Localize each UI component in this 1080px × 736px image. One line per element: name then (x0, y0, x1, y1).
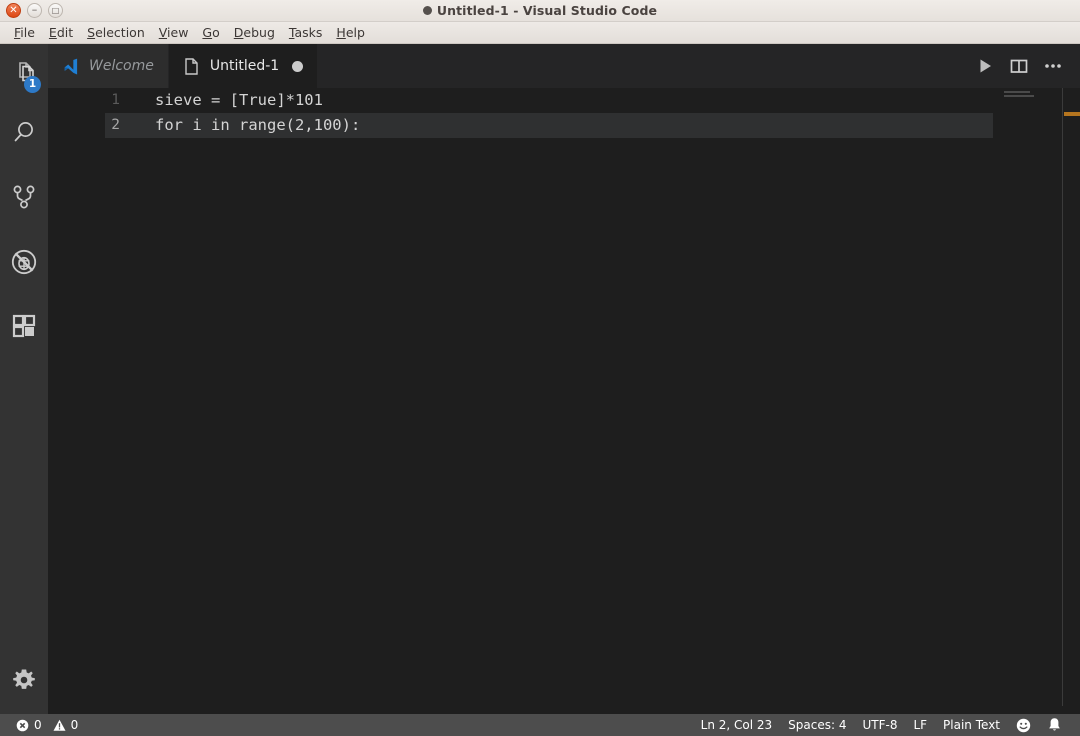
tab-bar: Welcome Untitled-1 (48, 44, 1080, 88)
sidebar-item-explorer[interactable]: 1 (0, 44, 48, 102)
activity-bar: 1 (0, 44, 48, 714)
error-icon (16, 719, 29, 732)
search-icon (10, 119, 38, 147)
explorer-badge: 1 (24, 76, 41, 93)
tab-welcome-label: Welcome (89, 59, 154, 73)
source-control-icon (10, 183, 38, 211)
file-icon (183, 57, 201, 75)
code-content[interactable]: 1 sieve = [True]*101 2 for i in range(2,… (48, 88, 1080, 706)
status-bar: 0 0 Ln 2, Col 23 Spaces: 4 UTF-8 LF Plai… (0, 714, 1080, 736)
extensions-icon (10, 312, 38, 340)
split-editor-icon (1009, 56, 1029, 76)
title-bar: ✕ – □ Untitled-1 - Visual Studio Code (0, 0, 1080, 22)
run-code-button[interactable] (970, 51, 1000, 81)
vscode-window: ✕ – □ Untitled-1 - Visual Studio Code Fi… (0, 0, 1080, 736)
minimap-line (1004, 91, 1030, 93)
unsaved-indicator-icon (423, 6, 432, 15)
editor-actions (970, 44, 1080, 88)
menu-debug[interactable]: Debug (227, 24, 282, 41)
error-count: 0 (34, 719, 42, 731)
line-text: sieve = [True]*101 (155, 88, 323, 113)
menu-go[interactable]: Go (195, 24, 226, 41)
debug-icon (9, 247, 39, 277)
tab-untitled-1-label: Untitled-1 (210, 59, 279, 73)
tab-untitled-1[interactable]: Untitled-1 (169, 44, 318, 88)
status-bar-left: 0 0 (0, 714, 86, 736)
menu-view[interactable]: View (152, 24, 196, 41)
vscode-logo-icon (62, 57, 80, 75)
tab-dirty-indicator-icon[interactable] (292, 61, 303, 72)
play-icon (975, 56, 995, 76)
menu-selection[interactable]: Selection (80, 24, 152, 41)
smiley-icon (1016, 718, 1031, 733)
status-feedback-button[interactable] (1008, 714, 1039, 736)
warning-count: 0 (71, 719, 79, 731)
code-line[interactable]: 1 sieve = [True]*101 (48, 88, 1080, 113)
status-editor-encoding[interactable]: UTF-8 (854, 714, 905, 736)
gear-icon (11, 667, 37, 693)
status-notifications-button[interactable] (1039, 714, 1070, 736)
window-title: Untitled-1 - Visual Studio Code (0, 3, 1080, 18)
status-problems[interactable]: 0 0 (8, 714, 86, 736)
status-editor-eol[interactable]: LF (905, 714, 935, 736)
minimap-line (1004, 95, 1034, 97)
overview-ruler[interactable] (1062, 88, 1080, 706)
status-editor-position[interactable]: Ln 2, Col 23 (693, 714, 781, 736)
overview-ruler-marker (1064, 112, 1080, 116)
menu-tasks[interactable]: Tasks (282, 24, 330, 41)
status-editor-language[interactable]: Plain Text (935, 714, 1008, 736)
code-line[interactable]: 2 for i in range(2,100): (48, 113, 1080, 138)
menu-edit[interactable]: Edit (42, 24, 80, 41)
menu-file[interactable]: File (7, 24, 42, 41)
minimap[interactable] (1000, 88, 1062, 706)
tab-welcome[interactable]: Welcome (48, 44, 169, 88)
menu-help[interactable]: Help (329, 24, 372, 41)
bell-icon (1047, 717, 1062, 733)
status-bar-right: Ln 2, Col 23 Spaces: 4 UTF-8 LF Plain Te… (693, 714, 1080, 736)
line-number: 1 (48, 88, 120, 113)
window-title-text: Untitled-1 - Visual Studio Code (437, 3, 657, 18)
sidebar-item-search[interactable] (0, 102, 48, 164)
manage-settings-button[interactable] (0, 656, 48, 704)
editor-pane[interactable]: 1 sieve = [True]*101 2 for i in range(2,… (48, 88, 1080, 706)
ellipsis-icon (1042, 56, 1064, 76)
split-editor-button[interactable] (1004, 51, 1034, 81)
sidebar-item-source-control[interactable] (0, 164, 48, 229)
sidebar-item-extensions[interactable] (0, 294, 48, 358)
warning-icon (53, 719, 66, 732)
menu-bar: File Edit Selection View Go Debug Tasks … (0, 22, 1080, 44)
more-actions-button[interactable] (1038, 51, 1068, 81)
line-number: 2 (48, 113, 120, 138)
status-editor-indentation[interactable]: Spaces: 4 (780, 714, 854, 736)
sidebar-item-debug[interactable] (0, 229, 48, 294)
line-text: for i in range(2,100): (155, 113, 360, 138)
